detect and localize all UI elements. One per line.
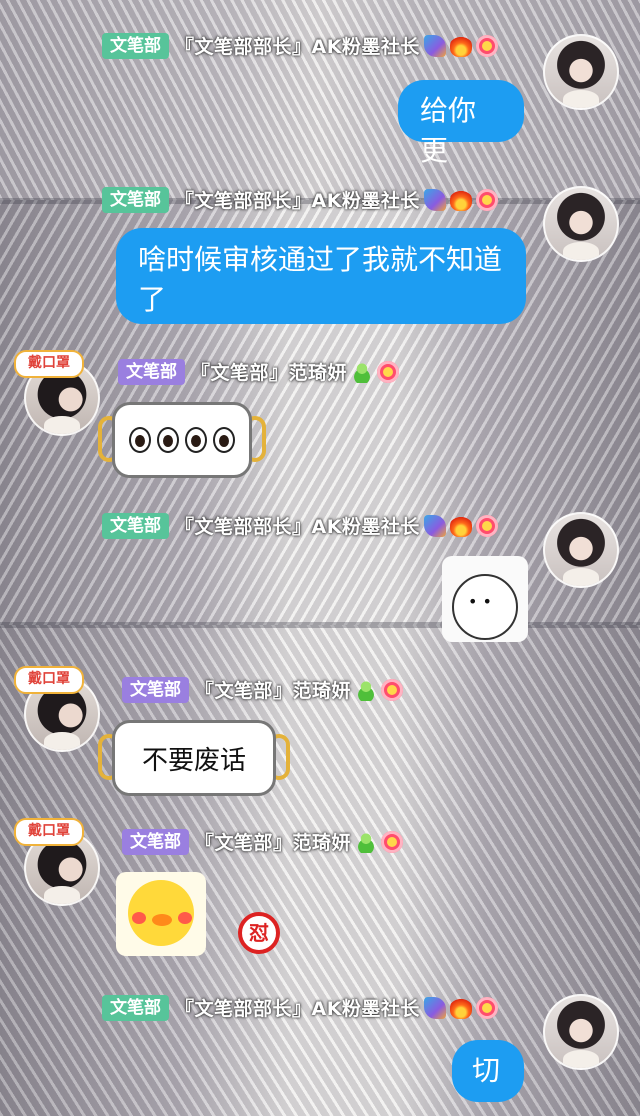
sender-avatar[interactable] bbox=[543, 512, 619, 588]
panel-divider bbox=[0, 622, 640, 628]
message-bubble[interactable]: 给你更 bbox=[398, 80, 524, 167]
sender-title: 『文笔部部长』AK粉墨社长 bbox=[175, 516, 420, 538]
eyes-emoji-icon bbox=[185, 427, 207, 453]
sender-name-row: 文笔部 『文笔部部长』AK粉墨社长 bbox=[102, 32, 498, 59]
angry-character-icon[interactable]: 怼 bbox=[238, 912, 280, 954]
dragon-badge-icon bbox=[423, 188, 446, 211]
department-tag: 文笔部 bbox=[122, 676, 189, 703]
sender-name-row: 文笔部 『文笔部』范琦妍 bbox=[122, 676, 404, 703]
sender-title: 『文笔部』范琦妍 bbox=[195, 832, 352, 854]
sender-name-row: 文笔部 『文笔部』范琦妍 bbox=[122, 828, 404, 855]
dragon-badge-icon bbox=[423, 996, 446, 1019]
gourd-badge-icon bbox=[355, 678, 378, 701]
message-bubble[interactable]: 啥时候审核通过了我就不知道了 bbox=[116, 228, 526, 324]
yellow-duck-sticker[interactable] bbox=[116, 872, 206, 956]
dragon-badge-icon bbox=[423, 34, 446, 57]
dragon-badge-icon bbox=[423, 514, 446, 537]
avatar-badge: 戴口罩 bbox=[14, 350, 84, 378]
eyes-emoji-icon bbox=[213, 427, 235, 453]
gourd-badge-icon bbox=[351, 360, 374, 383]
sender-avatar[interactable] bbox=[543, 186, 619, 262]
fire-badge-icon bbox=[449, 996, 472, 1019]
fire-badge-icon bbox=[449, 188, 472, 211]
avatar-badge: 戴口罩 bbox=[14, 666, 84, 694]
avatar-badge: 戴口罩 bbox=[14, 818, 84, 846]
department-tag: 文笔部 bbox=[102, 994, 169, 1021]
smile-badge-icon bbox=[475, 514, 498, 537]
duck-cheek bbox=[132, 912, 146, 924]
department-tag: 文笔部 bbox=[102, 512, 169, 539]
department-tag: 文笔部 bbox=[102, 186, 169, 213]
sender-avatar[interactable] bbox=[543, 994, 619, 1070]
department-tag: 文笔部 bbox=[122, 828, 189, 855]
sender-title: 『文笔部部长』AK粉墨社长 bbox=[175, 998, 420, 1020]
smile-badge-icon bbox=[475, 34, 498, 57]
sender-name-row: 文笔部 『文笔部部长』AK粉墨社长 bbox=[102, 186, 498, 213]
crying-face-icon bbox=[452, 574, 518, 640]
department-tag: 文笔部 bbox=[102, 32, 169, 59]
smile-badge-icon bbox=[381, 678, 404, 701]
message-bubble[interactable]: 不要废话 bbox=[112, 720, 276, 796]
sender-name-row: 文笔部 『文笔部』范琦妍 bbox=[118, 358, 400, 385]
smile-badge-icon bbox=[381, 830, 404, 853]
eyes-emoji-group bbox=[129, 427, 235, 453]
sender-title: 『文笔部』范琦妍 bbox=[191, 362, 348, 384]
gourd-badge-icon bbox=[355, 830, 378, 853]
duck-beak bbox=[152, 914, 172, 926]
eyes-emoji-icon bbox=[129, 427, 151, 453]
smile-badge-icon bbox=[475, 996, 498, 1019]
sender-name-row: 文笔部 『文笔部部长』AK粉墨社长 bbox=[102, 994, 498, 1021]
smile-badge-icon bbox=[475, 188, 498, 211]
sender-title: 『文笔部部长』AK粉墨社长 bbox=[175, 190, 420, 212]
sender-name-row: 文笔部 『文笔部部长』AK粉墨社长 bbox=[102, 512, 498, 539]
duck-cheek bbox=[178, 912, 192, 924]
department-tag: 文笔部 bbox=[118, 358, 185, 385]
fire-badge-icon bbox=[449, 514, 472, 537]
smile-badge-icon bbox=[377, 360, 400, 383]
mask-sticker-bubble[interactable] bbox=[112, 402, 252, 478]
sender-title: 『文笔部』范琦妍 bbox=[195, 680, 352, 702]
sender-title: 『文笔部部长』AK粉墨社长 bbox=[175, 36, 420, 58]
crying-face-sticker[interactable] bbox=[442, 556, 528, 642]
background-photo-top bbox=[0, 0, 640, 200]
eyes-emoji-icon bbox=[157, 427, 179, 453]
message-bubble[interactable]: 切 bbox=[452, 1040, 524, 1102]
sender-avatar[interactable] bbox=[543, 34, 619, 110]
fire-badge-icon bbox=[449, 34, 472, 57]
